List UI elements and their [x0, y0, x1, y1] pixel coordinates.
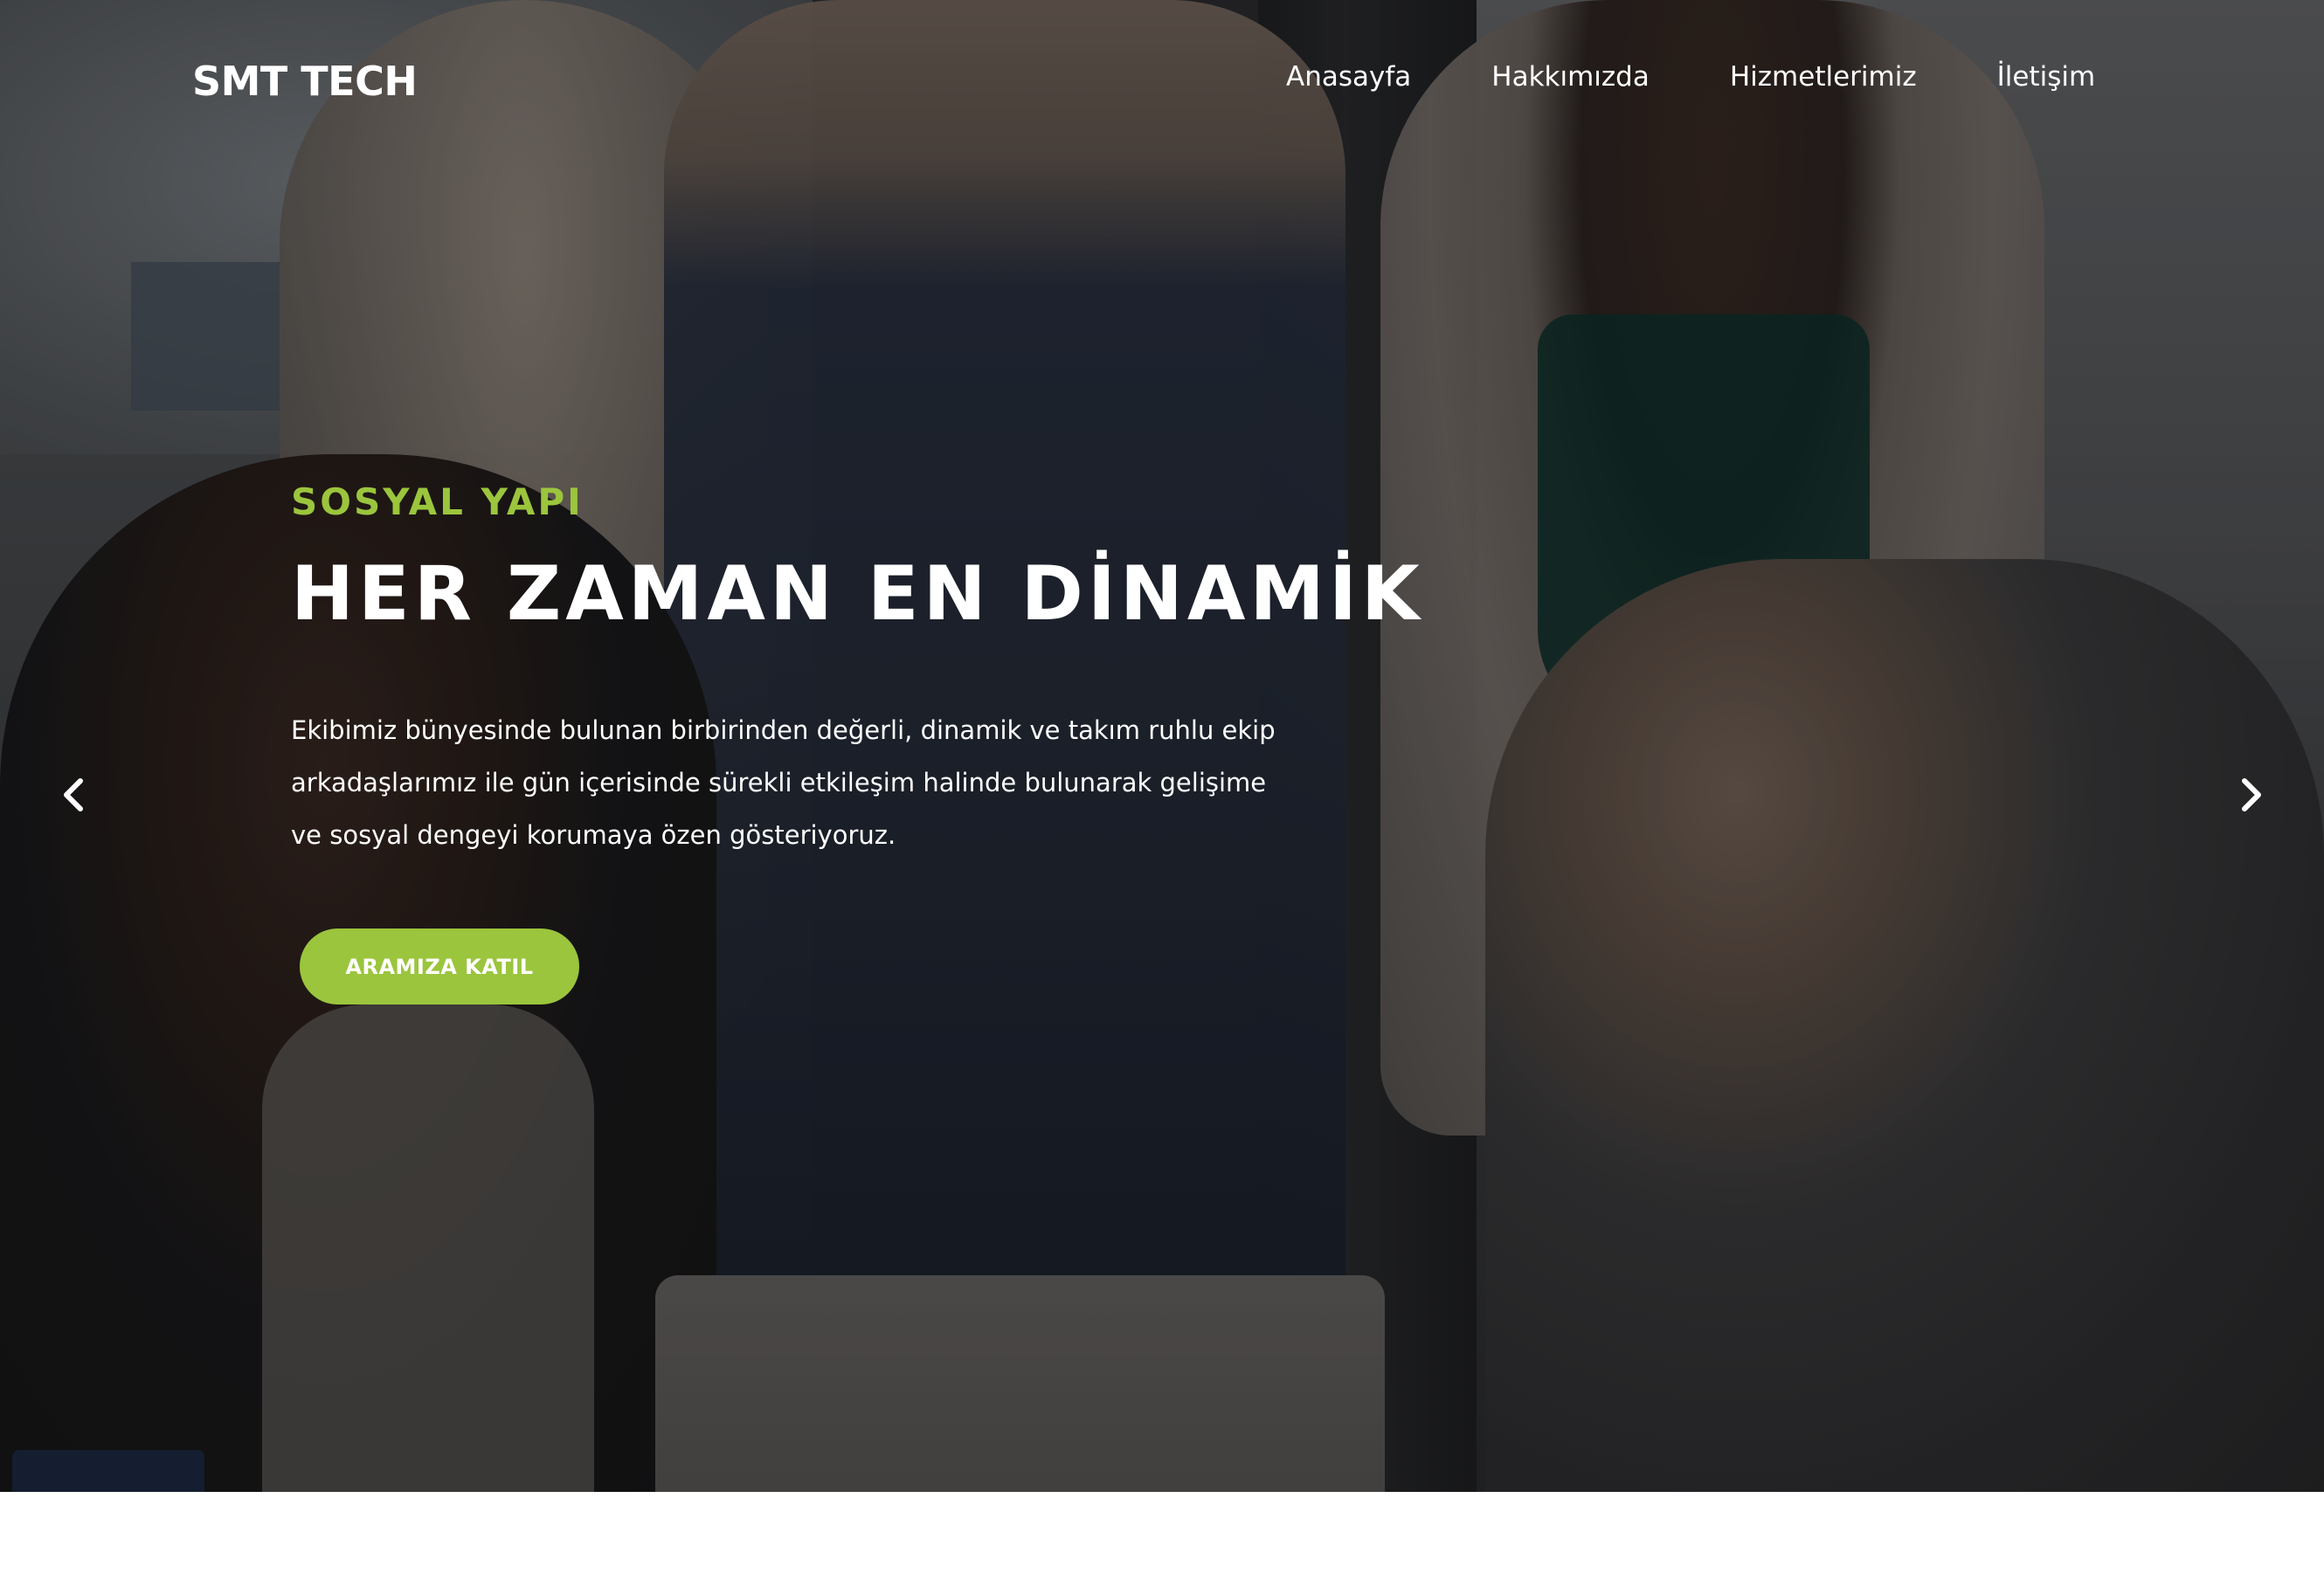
hero-lead-text: Ekibimiz bünyesinde bulunan birbirinden … [291, 715, 1276, 850]
brand-logo[interactable]: SMT TECH [192, 58, 418, 105]
carousel-next-button[interactable] [2224, 769, 2276, 821]
nav-item-iletisim[interactable]: İletişim [1997, 61, 2096, 93]
chevron-left-icon [49, 769, 101, 821]
hero-eyebrow: SOSYAL YAPI [291, 480, 584, 523]
nav-item-anasayfa[interactable]: Anasayfa [1286, 61, 1411, 93]
join-us-button[interactable]: ARAMIZA KATIL [300, 929, 579, 1004]
chevron-right-icon [2224, 769, 2276, 821]
hero-carousel: SMT TECH Anasayfa Hakkımızda Hizmetlerim… [0, 0, 2324, 1492]
nav-item-hizmetlerimiz[interactable]: Hizmetlerimiz [1730, 61, 1917, 93]
hero-headline: HER ZAMAN EN DİNAMİK [291, 550, 1424, 638]
carousel-prev-button[interactable] [49, 769, 101, 821]
nav-item-hakkimizda[interactable]: Hakkımızda [1491, 61, 1650, 93]
main-nav: Anasayfa Hakkımızda Hizmetlerimiz İletiş… [1286, 61, 2095, 93]
